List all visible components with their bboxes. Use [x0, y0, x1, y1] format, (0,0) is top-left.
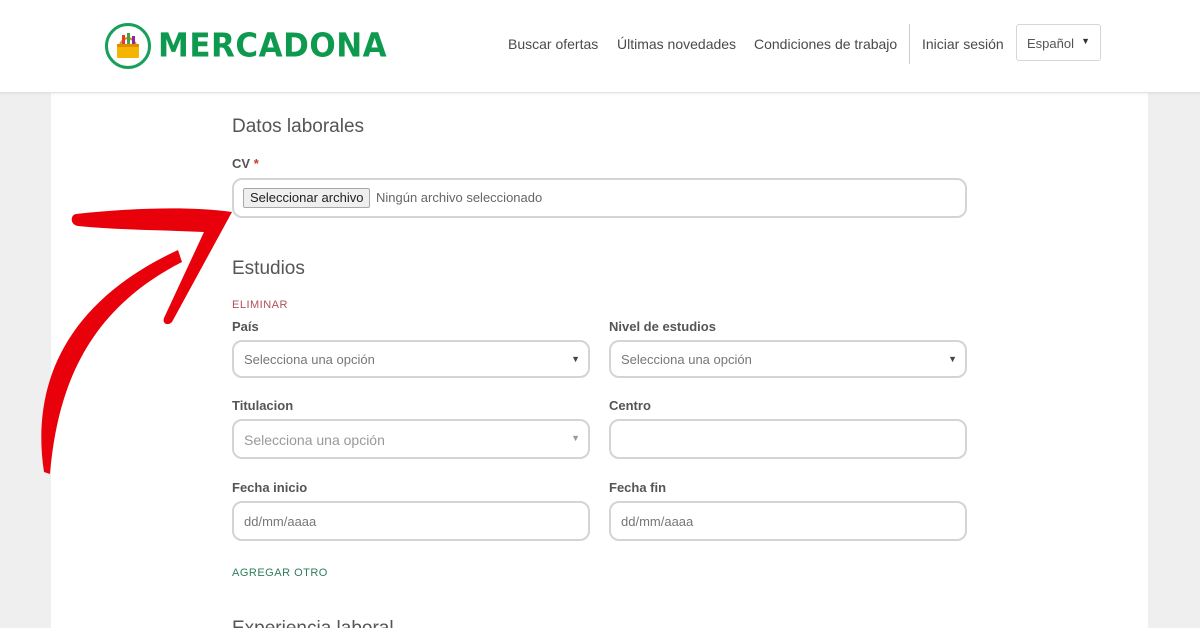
nav-buscar-ofertas[interactable]: Buscar ofertas — [508, 36, 598, 52]
add-another-study-link[interactable]: AGREGAR OTRO — [232, 567, 328, 579]
titulacion-select[interactable]: Selecciona una opción ▼ — [232, 419, 590, 459]
site-header: MERCADONA Buscar ofertas Últimas novedad… — [0, 0, 1200, 93]
nav-ultimas-novedades[interactable]: Últimas novedades — [617, 36, 736, 52]
nivel-estudios-label: Nivel de estudios — [609, 319, 716, 334]
required-mark: * — [253, 156, 259, 171]
file-status-text: Ningún archivo seleccionado — [376, 190, 543, 205]
select-file-button[interactable]: Seleccionar archivo — [243, 188, 371, 208]
delete-study-link[interactable]: ELIMINAR — [232, 299, 288, 311]
nav-divider — [909, 24, 910, 64]
fecha-fin-label: Fecha fin — [609, 480, 667, 495]
cv-label: CV * — [232, 156, 259, 171]
section-title-experiencia-laboral: Experiencia laboral — [232, 618, 394, 628]
section-title-datos-laborales: Datos laborales — [232, 116, 365, 137]
section-title-estudios: Estudios — [232, 258, 305, 279]
caret-down-icon: ▼ — [1081, 36, 1090, 46]
nivel-select-value: Selecciona una opción — [621, 352, 752, 367]
nivel-estudios-select[interactable]: Selecciona una opción ▼ — [609, 340, 967, 378]
pais-label: País — [232, 319, 259, 334]
centro-input[interactable] — [609, 419, 967, 459]
titulacion-select-value: Selecciona una opción — [244, 432, 385, 448]
fecha-inicio-label: Fecha inicio — [232, 480, 308, 495]
form-panel: Datos laborales CV * Seleccionar archivo… — [51, 93, 1148, 628]
select-arrow-icon: ▼ — [571, 433, 580, 443]
cv-label-text: CV — [232, 156, 251, 171]
language-select[interactable]: Español ▼ — [1016, 24, 1101, 61]
language-value: Español — [1027, 36, 1074, 51]
pais-select-value: Selecciona una opción — [244, 352, 375, 367]
fecha-inicio-input[interactable]: dd/mm/aaaa — [232, 501, 590, 541]
fecha-inicio-placeholder: dd/mm/aaaa — [244, 514, 317, 529]
select-arrow-icon: ▼ — [948, 354, 957, 364]
login-link[interactable]: Iniciar sesión — [922, 36, 1004, 52]
fecha-fin-input[interactable]: dd/mm/aaaa — [609, 501, 967, 541]
select-arrow-icon: ▼ — [571, 354, 580, 364]
titulacion-label: Titulacion — [232, 398, 294, 413]
cv-file-input[interactable]: Seleccionar archivo Ningún archivo selec… — [232, 178, 967, 218]
fecha-fin-placeholder: dd/mm/aaaa — [621, 514, 694, 529]
pais-select[interactable]: Selecciona una opción ▼ — [232, 340, 590, 378]
main-nav: Buscar ofertas Últimas novedades Condici… — [0, 24, 1200, 64]
centro-label: Centro — [609, 398, 651, 413]
nav-condiciones-trabajo[interactable]: Condiciones de trabajo — [754, 36, 897, 52]
